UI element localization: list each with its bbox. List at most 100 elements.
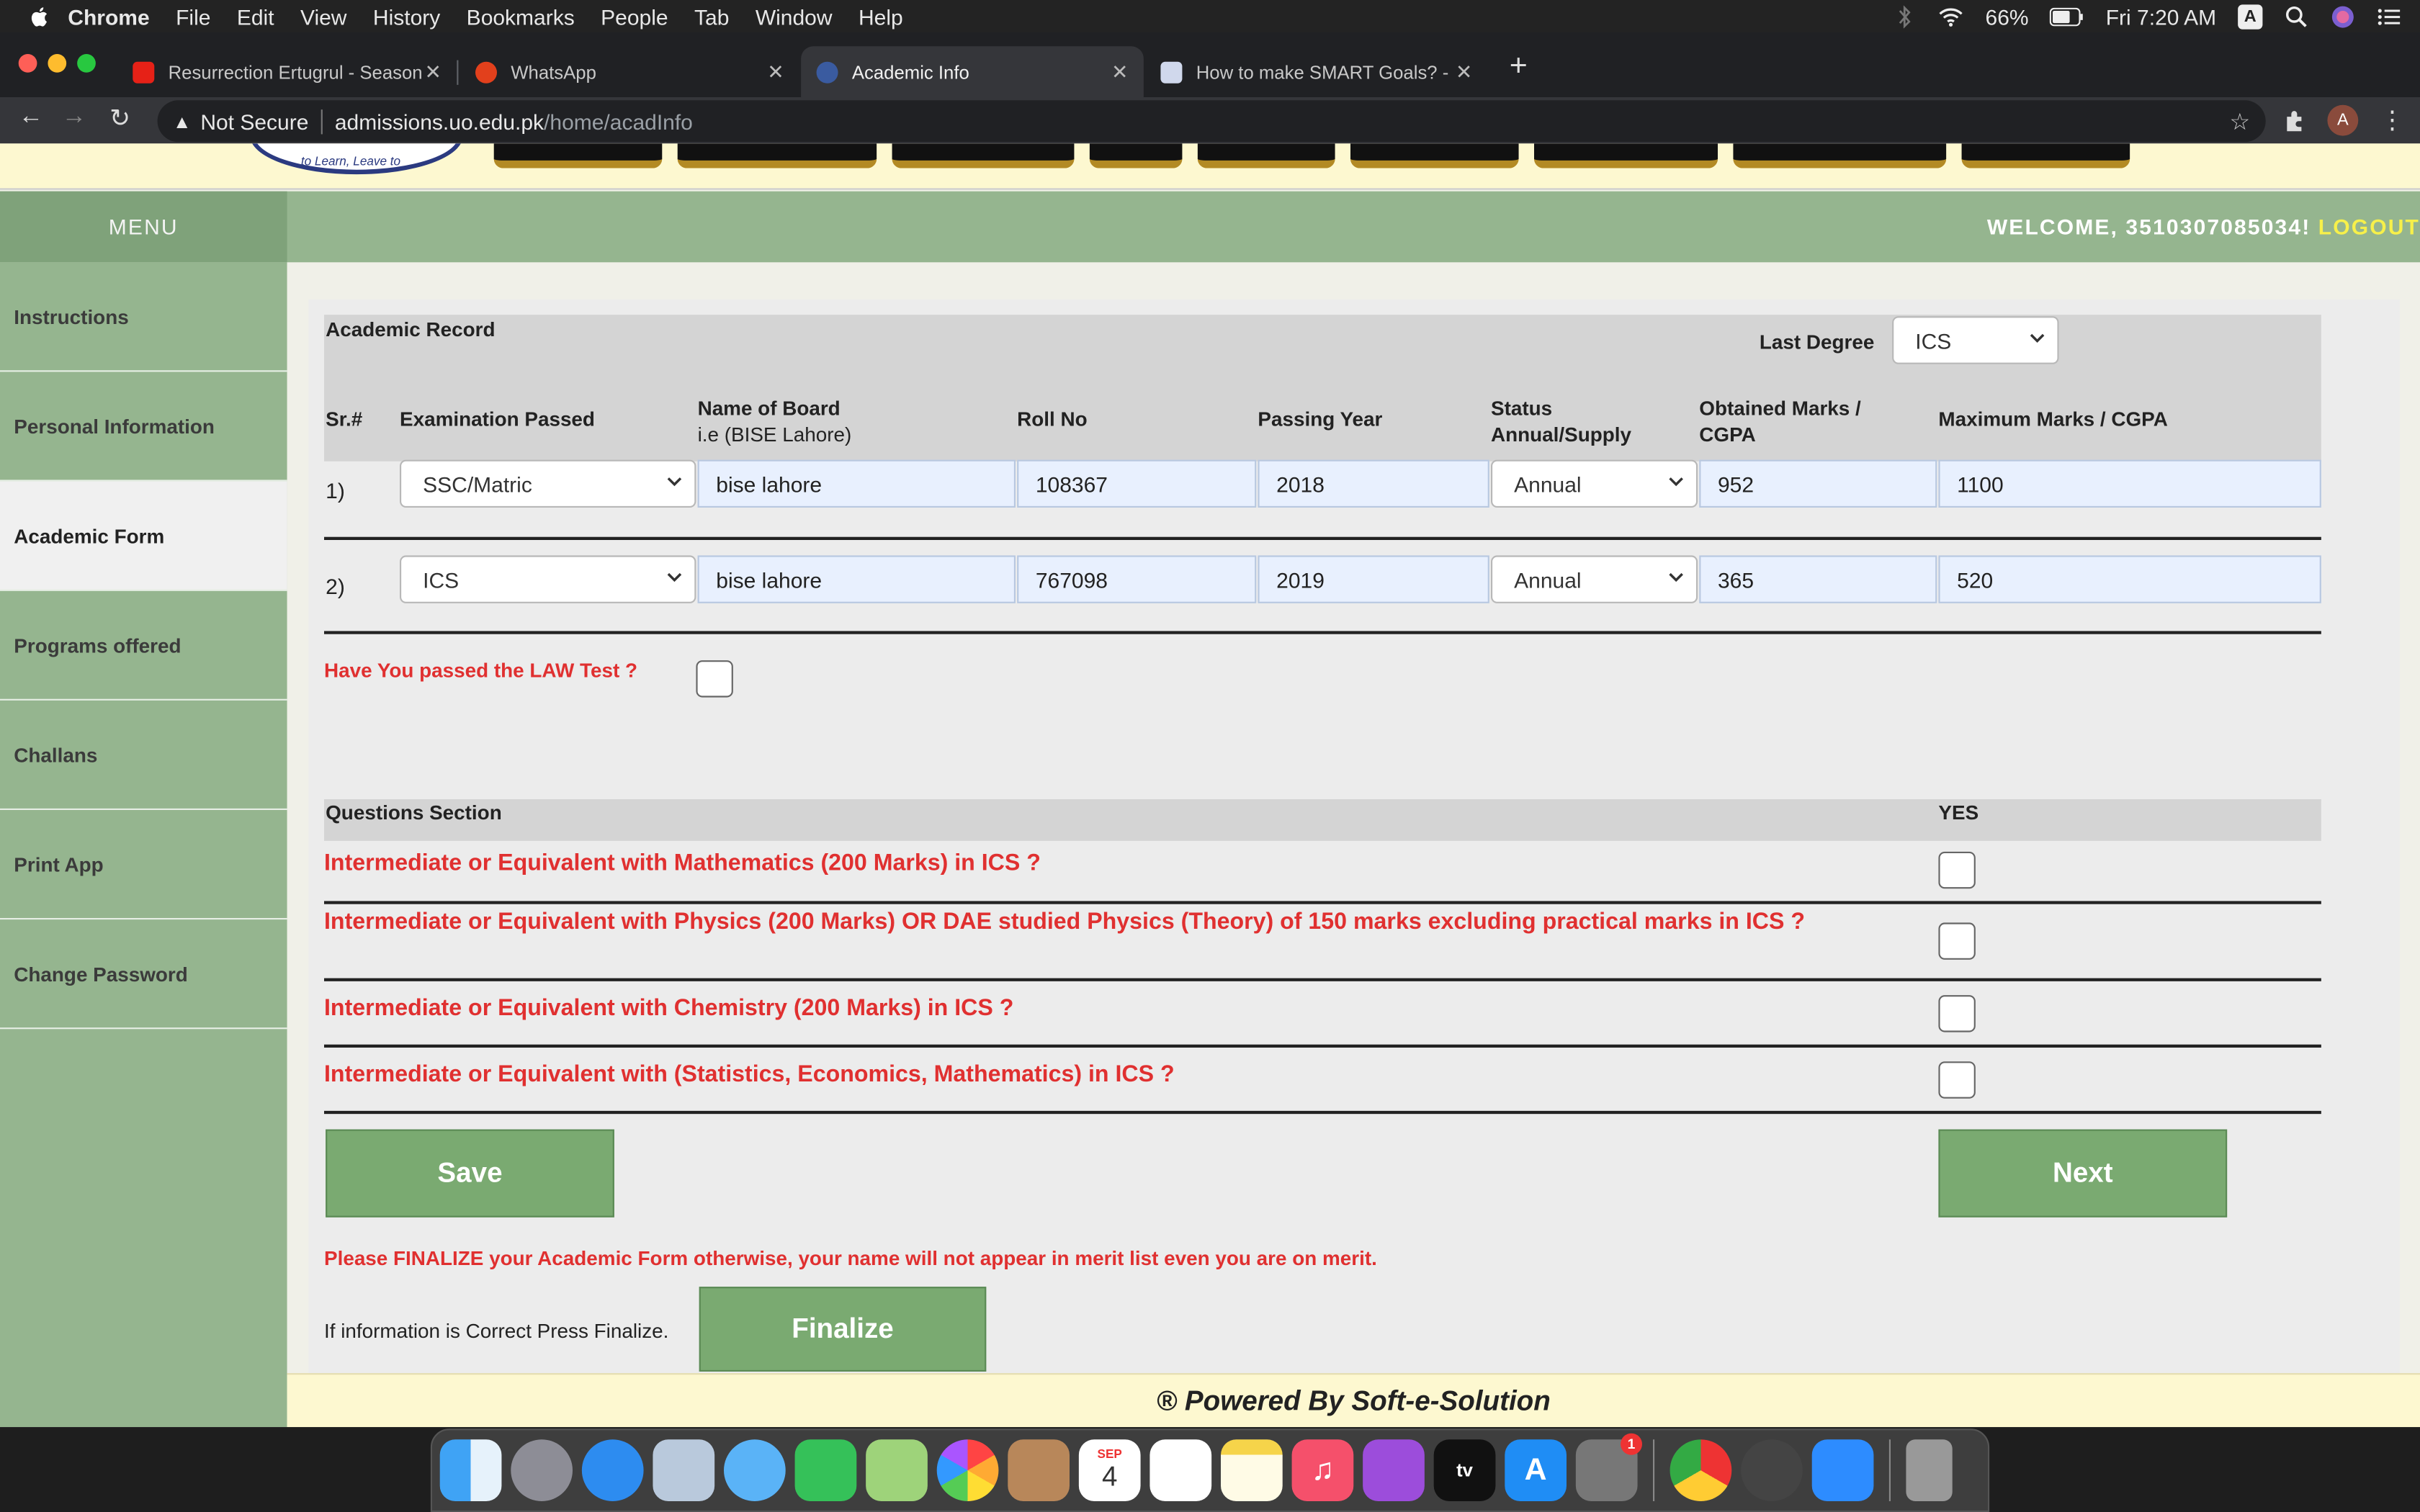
- board-field[interactable]: bise lahore: [697, 459, 1016, 508]
- bookmark-star-icon[interactable]: ☆: [2229, 107, 2250, 135]
- reload-icon[interactable]: ↻: [109, 104, 130, 135]
- tab-smart-goals[interactable]: How to make SMART Goals? - ✕: [1145, 46, 1488, 97]
- question-mathematics-checkbox[interactable]: [1938, 851, 1976, 889]
- sidebar-item-personal-information[interactable]: Personal Information: [0, 372, 287, 482]
- chrome-menu-icon[interactable]: ⋮: [2380, 105, 2404, 136]
- chrome-icon[interactable]: [1670, 1439, 1732, 1501]
- menu-help[interactable]: Help: [859, 4, 903, 28]
- status-select[interactable]: Annual: [1491, 459, 1698, 508]
- board-field[interactable]: bise lahore: [697, 555, 1016, 603]
- col-sr: Sr.#: [326, 407, 363, 431]
- logout-link[interactable]: LOGOUT: [2318, 215, 2420, 239]
- col-board: Name of Board i.e (BISE Lahore): [698, 395, 852, 448]
- sidebar-item-academic-form[interactable]: Academic Form: [0, 481, 287, 591]
- siri-icon[interactable]: [2331, 4, 2355, 28]
- contacts-icon[interactable]: [1008, 1439, 1070, 1501]
- close-tab-icon[interactable]: ✕: [424, 60, 441, 84]
- last-degree-select[interactable]: ICS: [1892, 316, 2059, 364]
- new-tab-icon[interactable]: +: [1510, 50, 1528, 85]
- passing-year-field[interactable]: 2018: [1258, 459, 1489, 508]
- bluetooth-icon[interactable]: [1893, 4, 1917, 28]
- safari-icon[interactable]: [581, 1439, 644, 1501]
- window-close-button[interactable]: [18, 54, 37, 73]
- passing-year-field[interactable]: 2019: [1258, 555, 1489, 603]
- sidebar-item-challans[interactable]: Challans: [0, 701, 287, 810]
- menu-clock[interactable]: Fri 7:20 AM: [2106, 4, 2216, 28]
- dock-area: SEP 4 ♫ tv A 1: [0, 1427, 2420, 1512]
- facetime-icon[interactable]: [794, 1439, 857, 1501]
- preview-icon[interactable]: [653, 1439, 715, 1501]
- roll-no-field[interactable]: 767098: [1017, 555, 1257, 603]
- apple-tv-icon[interactable]: tv: [1433, 1439, 1496, 1501]
- menu-window[interactable]: Window: [756, 4, 833, 28]
- menu-view[interactable]: View: [300, 4, 346, 28]
- close-tab-icon[interactable]: ✕: [1456, 60, 1472, 84]
- menu-bookmarks[interactable]: Bookmarks: [467, 4, 575, 28]
- maps-icon[interactable]: [866, 1439, 928, 1501]
- input-source-icon[interactable]: A: [2238, 4, 2263, 29]
- sidebar-item-print-app[interactable]: Print App: [0, 810, 287, 920]
- apple-menu-icon[interactable]: [28, 4, 53, 28]
- photos-icon[interactable]: [936, 1439, 999, 1501]
- notes-icon[interactable]: [1221, 1439, 1283, 1501]
- question-physics-checkbox[interactable]: [1938, 922, 1976, 960]
- warning-icon[interactable]: ▲: [173, 110, 191, 132]
- reminders-icon[interactable]: [1150, 1439, 1212, 1501]
- launchpad-icon[interactable]: [511, 1439, 573, 1501]
- spotlight-search-icon[interactable]: [2284, 4, 2308, 28]
- battery-icon[interactable]: [2050, 6, 2084, 26]
- address-divider: [321, 109, 323, 134]
- window-minimize-button[interactable]: [48, 54, 67, 73]
- maximum-marks-field[interactable]: 1100: [1938, 459, 2321, 508]
- question-chemistry-checkbox[interactable]: [1938, 995, 1976, 1032]
- roll-no-field[interactable]: 108367: [1017, 459, 1257, 508]
- profile-avatar[interactable]: A: [2327, 104, 2359, 136]
- trash-icon[interactable]: [1906, 1439, 1953, 1501]
- obtained-marks-field[interactable]: 952: [1699, 459, 1937, 508]
- notification-center-icon[interactable]: [2377, 4, 2401, 28]
- tab-youtube[interactable]: Resurrection Ertugrul - Season ✕: [117, 46, 459, 97]
- messages-icon[interactable]: [723, 1439, 786, 1501]
- sidebar-item-programs-offered[interactable]: Programs offered: [0, 591, 287, 701]
- status-select[interactable]: Annual: [1491, 555, 1698, 603]
- sidebar-item-change-password[interactable]: Change Password: [0, 919, 287, 1030]
- examination-select[interactable]: ICS: [400, 555, 696, 603]
- save-button[interactable]: Save: [326, 1129, 614, 1218]
- obtained-marks-field[interactable]: 365: [1699, 555, 1937, 603]
- back-arrow-icon[interactable]: ←: [19, 104, 43, 132]
- app-store-icon[interactable]: A: [1505, 1439, 1567, 1501]
- quicktime-icon[interactable]: [1741, 1439, 1803, 1501]
- finalize-button[interactable]: Finalize: [699, 1287, 987, 1372]
- zoom-icon[interactable]: [1811, 1439, 1874, 1501]
- question-statistics-checkbox[interactable]: [1938, 1061, 1976, 1099]
- close-tab-icon[interactable]: ✕: [1111, 60, 1128, 84]
- wifi-icon[interactable]: [1939, 4, 1963, 28]
- finder-icon[interactable]: [439, 1439, 502, 1501]
- examination-select[interactable]: SSC/Matric: [400, 459, 696, 508]
- law-test-checkbox[interactable]: [696, 660, 733, 698]
- menu-app-chrome[interactable]: Chrome: [68, 4, 149, 28]
- close-tab-icon[interactable]: ✕: [767, 60, 784, 84]
- music-icon[interactable]: ♫: [1291, 1439, 1354, 1501]
- menu-edit[interactable]: Edit: [237, 4, 274, 28]
- chevron-down-icon: [1669, 572, 1683, 582]
- calendar-icon[interactable]: SEP 4: [1078, 1439, 1141, 1501]
- sidebar-item-instructions[interactable]: Instructions: [0, 262, 287, 372]
- menu-file[interactable]: File: [176, 4, 210, 28]
- address-bar[interactable]: ▲ Not Secure admissions.uo.edu.pk /home/…: [157, 100, 2266, 143]
- last-degree-label: Last Degree: [1759, 330, 1875, 354]
- security-status[interactable]: Not Secure: [200, 109, 308, 133]
- window-zoom-button[interactable]: [77, 54, 96, 73]
- row-number: 1): [326, 478, 345, 503]
- maximum-marks-field[interactable]: 520: [1938, 555, 2321, 603]
- tab-whatsapp[interactable]: WhatsApp ✕: [460, 46, 799, 97]
- extensions-puzzle-icon[interactable]: [2282, 109, 2305, 132]
- menu-tab[interactable]: Tab: [694, 4, 729, 28]
- podcasts-icon[interactable]: [1363, 1439, 1425, 1501]
- forward-arrow-icon[interactable]: →: [62, 104, 86, 132]
- next-button[interactable]: Next: [1938, 1129, 2228, 1218]
- tab-academic-info[interactable]: Academic Info ✕: [801, 46, 1144, 97]
- menu-history[interactable]: History: [373, 4, 440, 28]
- menu-people[interactable]: People: [601, 4, 668, 28]
- system-preferences-icon[interactable]: 1: [1575, 1433, 1642, 1501]
